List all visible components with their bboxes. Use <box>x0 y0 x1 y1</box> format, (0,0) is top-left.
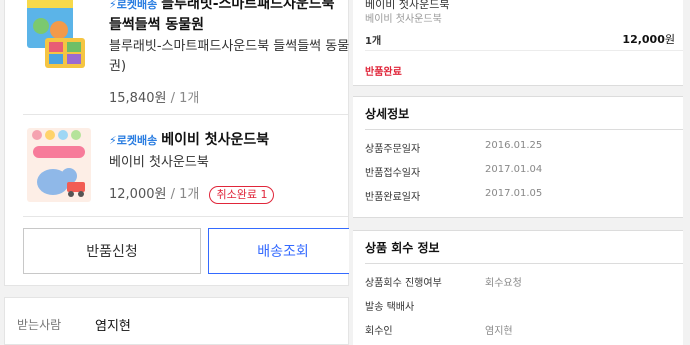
retriever-label: 회수인 <box>365 326 393 337</box>
rocket-delivery-badge: ⚡로켓배송 <box>109 0 158 11</box>
return-item-price: 12,000원 <box>622 33 675 46</box>
product-quantity: / 1개 <box>170 187 200 202</box>
section-title: 상세정보 <box>365 107 410 121</box>
product-item[interactable]: ⚡로켓배송 블루래빗-스마트패드사운드북 들썩들썩 동물원 블루래빗-스마트패드사… <box>23 0 351 108</box>
return-completed-date-value: 2017.01.05 <box>485 188 543 199</box>
product-price: 12,000원 <box>109 187 167 202</box>
order-detail-panel: ⚡로켓배송 블루래빗-스마트패드사운드북 들썩들썩 동물원 블루래빗-스마트패드사… <box>0 0 358 345</box>
cancel-status-badge: 취소완료 1 <box>209 186 275 204</box>
order-items-card: ⚡로켓배송 블루래빗-스마트패드사운드북 들썩들썩 동물원 블루래빗-스마트패드사… <box>4 0 358 286</box>
track-shipping-button[interactable]: 배송조회 <box>208 228 358 274</box>
return-item-quantity: 1개 <box>365 36 382 47</box>
return-detail-panel: 베이비 첫사운드북 베이비 첫사운드북 1개 12,000원 반품완료 상세정보… <box>349 0 690 345</box>
divider <box>365 263 683 264</box>
product-price-line: 12,000원 / 1개 취소완료 1 <box>109 183 351 204</box>
divider <box>365 50 683 51</box>
product-thumbnail[interactable] <box>23 126 95 204</box>
section-title: 상품 회수 정보 <box>365 241 440 255</box>
retrieval-info-section: 상품 회수 정보 상품회수 진행여부 회수요청 발송 택배사 회수인 염지현 <box>353 230 683 345</box>
product-price: 15,840원 <box>109 91 167 106</box>
product-item[interactable]: ⚡로켓배송 베이비 첫사운드북 베이비 첫사운드북 12,000원 / 1개 취소… <box>23 126 351 216</box>
product-description: 베이비 첫사운드북 <box>109 155 209 170</box>
retrieval-status-value: 회수요청 <box>485 278 522 289</box>
return-status: 반품완료 <box>365 67 402 78</box>
retriever-value: 염지현 <box>485 326 513 337</box>
return-completed-date-label: 반품완료일자 <box>365 192 421 203</box>
return-request-button[interactable]: 반품신청 <box>23 228 201 274</box>
product-quantity: / 1개 <box>170 91 200 106</box>
rocket-delivery-badge: ⚡로켓배송 <box>109 134 158 147</box>
return-item-card: 베이비 첫사운드북 베이비 첫사운드북 1개 12,000원 반품완료 <box>353 0 683 86</box>
order-date-value: 2016.01.25 <box>485 140 543 151</box>
receiver-card: 받는사람 염지현 <box>4 297 349 345</box>
product-title[interactable]: ⚡로켓배송 블루래빗-스마트패드사운드북 들썩들썩 동물원 <box>109 0 351 35</box>
return-received-date-value: 2017.01.04 <box>485 164 543 175</box>
return-received-date-label: 반품접수일자 <box>365 168 421 179</box>
receiver-label: 받는사람 <box>17 318 62 332</box>
detail-info-section: 상세정보 상품주문일자 2016.01.25 반품접수일자 2017.01.04… <box>353 96 683 218</box>
divider <box>365 129 683 130</box>
divider <box>23 114 348 115</box>
product-price-line: 15,840원 / 1개 <box>109 87 351 106</box>
divider <box>23 216 348 217</box>
product-title[interactable]: ⚡로켓배송 베이비 첫사운드북 <box>109 130 351 151</box>
order-date-label: 상품주문일자 <box>365 144 421 155</box>
product-description: 블루래빗-스마트패드사운드북 들썩들썩 동물 권) <box>109 39 350 74</box>
return-item-subtitle: 베이비 첫사운드북 <box>365 14 442 25</box>
product-info: ⚡로켓배송 베이비 첫사운드북 베이비 첫사운드북 12,000원 / 1개 취소… <box>109 130 351 204</box>
product-info: ⚡로켓배송 블루래빗-스마트패드사운드북 들썩들썩 동물원 블루래빗-스마트패드사… <box>109 0 351 106</box>
retrieval-status-label: 상품회수 진행여부 <box>365 278 442 289</box>
receiver-name: 염지현 <box>95 319 131 334</box>
product-thumbnail[interactable] <box>23 0 95 72</box>
courier-label: 발송 택배사 <box>365 302 415 313</box>
